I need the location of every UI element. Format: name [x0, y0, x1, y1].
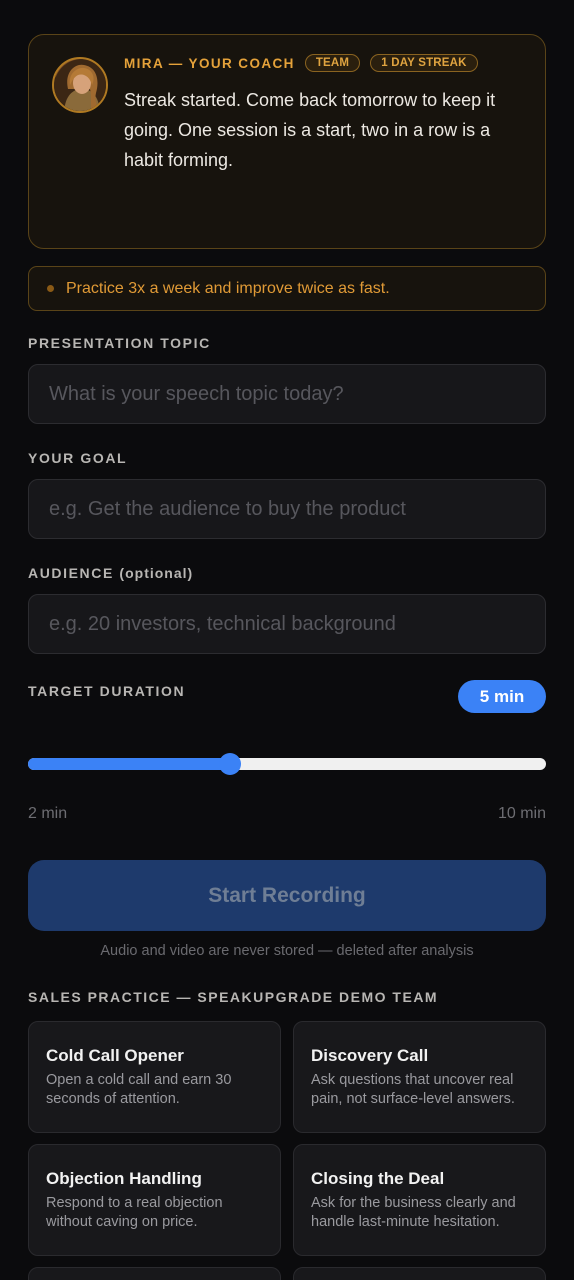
tip-banner: Practice 3x a week and improve twice as …	[28, 266, 546, 311]
scenario-description: Ask for the business clearly and handle …	[311, 1194, 516, 1230]
scenarios-section-title: SALES PRACTICE — SPEAKUPGRADE DEMO TEAM	[28, 989, 439, 1005]
audience-input[interactable]	[28, 594, 546, 654]
scenario-description: Open a cold call and earn 30 seconds of …	[46, 1071, 232, 1107]
goal-label: YOUR GOAL	[28, 450, 128, 466]
scenario-title: Closing the Deal	[311, 1168, 445, 1188]
scenario-card-partial[interactable]	[28, 1267, 281, 1280]
goal-input[interactable]	[28, 479, 546, 539]
scenario-card-cold-call[interactable]: Cold Call Opener Open a cold call and ea…	[28, 1021, 281, 1133]
audience-optional-text: (optional)	[119, 565, 194, 581]
tip-text: Practice 3x a week and improve twice as …	[66, 279, 390, 297]
duration-value-badge: 5 min	[458, 680, 546, 713]
scenario-card-partial[interactable]	[293, 1267, 546, 1280]
scenario-card-closing-the-deal[interactable]: Closing the Deal Ask for the business cl…	[293, 1144, 546, 1256]
scenario-title: Objection Handling	[46, 1168, 202, 1188]
coach-message: Streak started. Come back tomorrow to ke…	[124, 90, 496, 170]
team-badge: TEAM	[304, 54, 361, 72]
duration-slider-thumb[interactable]	[219, 753, 242, 775]
scenario-title: Cold Call Opener	[46, 1045, 184, 1065]
streak-badge: 1 DAY STREAK	[370, 54, 478, 72]
audience-label-text: AUDIENCE	[28, 565, 114, 581]
privacy-note: Audio and video are never stored — delet…	[100, 943, 474, 959]
scenario-description: Respond to a real objection without cavi…	[46, 1194, 223, 1230]
audience-label: AUDIENCE (optional)	[28, 565, 193, 581]
start-recording-button[interactable]: Start Recording	[28, 860, 546, 931]
practice-setup-screen: MIRA — YOUR COACH TEAM 1 DAY STREAK Stre…	[0, 0, 574, 1280]
duration-label: TARGET DURATION	[28, 683, 186, 699]
duration-min-label: 2 min	[28, 805, 68, 822]
scenario-description: Ask questions that uncover real pain, no…	[311, 1071, 515, 1107]
topic-input[interactable]	[28, 364, 546, 424]
coach-avatar	[52, 57, 108, 113]
coach-header: MIRA — YOUR COACH TEAM 1 DAY STREAK	[124, 54, 478, 72]
bullet-dot-icon	[47, 285, 54, 292]
coach-card: MIRA — YOUR COACH TEAM 1 DAY STREAK Stre…	[28, 34, 546, 249]
scenario-title: Discovery Call	[311, 1045, 429, 1065]
duration-slider-fill	[28, 758, 231, 770]
duration-max-label: 10 min	[497, 805, 546, 822]
scenario-card-objection-handling[interactable]: Objection Handling Respond to a real obj…	[28, 1144, 281, 1256]
coach-name: MIRA — YOUR COACH	[124, 55, 295, 71]
scenario-card-discovery-call[interactable]: Discovery Call Ask questions that uncove…	[293, 1021, 546, 1133]
topic-label: PRESENTATION TOPIC	[28, 335, 211, 351]
coach-portrait-icon	[54, 59, 106, 111]
